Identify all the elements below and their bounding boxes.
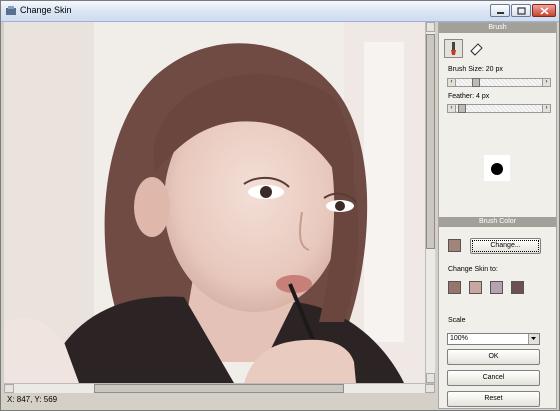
skin-swatch[interactable]: [511, 281, 524, 294]
close-icon: [540, 7, 549, 15]
dropdown-arrow-icon[interactable]: [528, 334, 539, 344]
scroll-right-arrow-icon[interactable]: [425, 384, 435, 393]
current-brush-color-swatch: [448, 239, 461, 252]
scroll-down-arrow-icon[interactable]: [426, 373, 435, 383]
eraser-tool-button[interactable]: [467, 39, 486, 58]
scale-label: Scale: [448, 317, 466, 324]
minimize-button[interactable]: [490, 4, 510, 17]
maximize-button[interactable]: [511, 4, 531, 17]
vertical-scroll-thumb[interactable]: [426, 34, 435, 249]
brush-size-label: Brush Size: 20 px: [448, 66, 503, 73]
skin-swatch[interactable]: [469, 281, 482, 294]
ok-button[interactable]: OK: [447, 349, 540, 365]
brush-preview: [484, 155, 510, 181]
reset-button[interactable]: Reset: [447, 391, 540, 407]
feather-thumb[interactable]: [458, 104, 466, 113]
photo-canvas[interactable]: [4, 22, 425, 383]
cancel-button[interactable]: Cancel: [447, 370, 540, 386]
status-bar: X: 847, Y: 569: [4, 394, 435, 409]
change-skin-label: Change Skin to:: [448, 266, 498, 273]
brush-size-slider[interactable]: ‹ ›: [447, 78, 551, 87]
portrait-photo: [4, 22, 425, 383]
horizontal-scroll-thumb[interactable]: [94, 384, 344, 393]
brush-dot: [491, 163, 503, 175]
skin-swatch[interactable]: [490, 281, 503, 294]
cursor-coordinates: X: 847, Y: 569: [7, 395, 58, 404]
scroll-up-arrow-icon[interactable]: [426, 22, 435, 32]
minimize-icon: [497, 12, 504, 14]
window-title: Change Skin: [20, 5, 72, 15]
slider-right-arrow-icon[interactable]: ›: [542, 79, 550, 86]
skin-swatch[interactable]: [448, 281, 461, 294]
maximize-icon: [517, 7, 526, 15]
eraser-icon: [470, 43, 483, 56]
brush-icon: [451, 42, 456, 55]
scale-value: 100%: [450, 335, 468, 342]
app-icon: [6, 6, 16, 15]
slider-left-arrow-icon[interactable]: ‹: [448, 105, 456, 112]
brush-tool-button[interactable]: [444, 39, 463, 58]
title-bar[interactable]: Change Skin: [1, 1, 559, 22]
feather-label: Feather: 4 px: [448, 93, 490, 100]
brush-color-section-header: Brush Color: [439, 217, 556, 227]
close-button[interactable]: [532, 4, 556, 17]
vertical-scrollbar[interactable]: [425, 22, 435, 383]
brush-section-header: Brush: [439, 23, 556, 33]
change-color-button[interactable]: Change...: [470, 238, 541, 254]
change-skin-window: Change Skin X: 847, Y: 569 Brush Brush S…: [0, 0, 560, 411]
scale-select[interactable]: 100%: [447, 333, 540, 345]
tool-panel: Brush Brush Size: 20 px ‹ › Feather: 4 p…: [438, 22, 557, 409]
feather-slider[interactable]: ‹ ›: [447, 104, 551, 113]
scroll-left-arrow-icon[interactable]: [4, 384, 14, 393]
slider-left-arrow-icon[interactable]: ‹: [448, 79, 456, 86]
slider-right-arrow-icon[interactable]: ›: [542, 105, 550, 112]
brush-size-thumb[interactable]: [472, 78, 480, 87]
horizontal-scrollbar[interactable]: [4, 383, 435, 393]
